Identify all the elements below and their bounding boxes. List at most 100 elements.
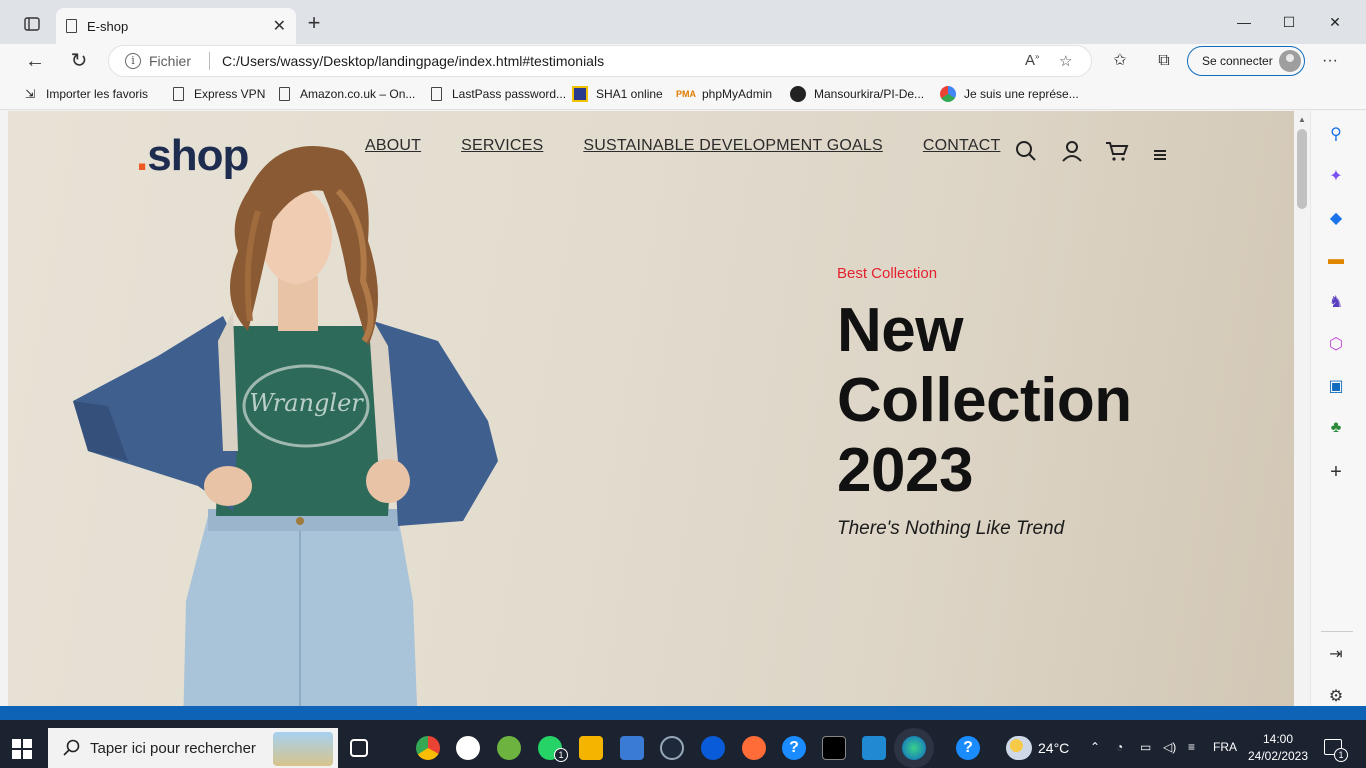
nav-about[interactable]: ABOUT (365, 137, 421, 155)
favorite-label: Amazon.co.uk – On... (300, 87, 416, 101)
taskbar-search-placeholder: Taper ici pour rechercher (90, 739, 256, 757)
hero-kicker: Best Collection (837, 265, 938, 282)
page-scrollbar[interactable]: ▲ ▼ (1294, 111, 1310, 720)
pen-workspace-icon[interactable]: ≡ (1188, 740, 1195, 754)
hero-text: Best Collection New Collection 2023 Ther… (837, 265, 1257, 540)
site-logo[interactable]: .shop (136, 131, 249, 181)
collections-icon[interactable]: ⧉ (1152, 50, 1176, 72)
scroll-thumb[interactable] (1297, 129, 1307, 209)
mongodb-icon[interactable] (456, 736, 480, 760)
nav-sdg[interactable]: SUSTAINABLE DEVELOPMENT GOALS (583, 137, 883, 155)
tab-eshop[interactable]: E-shop ✕ (56, 8, 296, 44)
address-bar[interactable]: i Fichier C:/Users/wassy/Desktop/landing… (108, 45, 1092, 77)
bluetooth-icon[interactable] (701, 736, 725, 760)
close-window-button[interactable]: ✕ (1312, 8, 1358, 36)
favorite-import[interactable]: ⇲ Importer les favoris (22, 84, 148, 104)
favorite-lastpass[interactable]: LastPass password... (428, 84, 566, 104)
sparkle-icon[interactable]: ✦ (1325, 165, 1347, 187)
favorite-phpmyadmin[interactable]: PMA phpMyAdmin (676, 84, 773, 104)
steam-icon[interactable] (660, 736, 684, 760)
minimize-button[interactable]: — (1221, 8, 1267, 36)
add-icon[interactable]: + (1325, 461, 1347, 483)
search-icon[interactable] (1014, 139, 1038, 163)
network-icon[interactable]: ◔ (1116, 740, 1123, 754)
page-icon (170, 86, 186, 102)
nav-contact[interactable]: CONTACT (923, 137, 1001, 155)
close-tab-icon[interactable]: ✕ (273, 16, 286, 36)
info-icon[interactable]: i (125, 53, 141, 69)
taskbar-search[interactable]: Taper ici pour rechercher (48, 728, 338, 768)
outlook-icon[interactable]: ▣ (1325, 375, 1347, 397)
spring-icon[interactable] (497, 736, 521, 760)
read-aloud-icon[interactable]: A» (1025, 52, 1039, 69)
favorite-amazon[interactable]: Amazon.co.uk – On... (276, 84, 415, 104)
svg-text:Wrangler: Wrangler (249, 389, 364, 417)
favorite-express-vpn[interactable]: Express VPN (170, 84, 265, 104)
page-icon (276, 86, 292, 102)
tab-actions-icon[interactable] (18, 12, 46, 36)
settings-icon[interactable]: ⚙ (1325, 685, 1347, 707)
battery-icon[interactable]: ▭ (1140, 740, 1151, 754)
favorite-representative[interactable]: Je suis une représe... (940, 84, 1079, 104)
briefcase-icon[interactable]: ▬ (1325, 249, 1347, 271)
add-favorite-icon[interactable]: ☆ (1059, 52, 1072, 70)
main-nav: ABOUT SERVICES SUSTAINABLE DEVELOPMENT G… (365, 137, 1040, 155)
vscode-icon[interactable] (862, 736, 886, 760)
terminal-icon[interactable] (822, 736, 846, 760)
hero-tagline: There's Nothing Like Trend (837, 518, 1065, 539)
windows-start-icon[interactable] (12, 739, 32, 759)
search-icon[interactable]: ⚲ (1325, 123, 1347, 145)
favorite-label: Je suis une représe... (964, 87, 1079, 101)
favorite-sha1[interactable]: SHA1 online (572, 84, 663, 104)
clock[interactable]: 14:00 24/02/2023 (1240, 731, 1316, 765)
chess-icon[interactable]: ♞ (1325, 291, 1347, 313)
control-panel-icon[interactable] (620, 736, 644, 760)
file-explorer-icon[interactable] (579, 736, 603, 760)
model-photo: Wrangler (73, 146, 498, 720)
hero-title: New Collection 2023 (837, 296, 1257, 506)
url-text[interactable]: C:/Users/wassy/Desktop/landingpage/index… (222, 53, 604, 69)
chrome-icon[interactable] (416, 736, 440, 760)
favorite-label: Express VPN (194, 87, 266, 101)
postman-icon[interactable] (742, 736, 766, 760)
new-tab-button[interactable]: + (302, 12, 326, 36)
hero-title-line: Collection (837, 366, 1132, 435)
browser-window: E-shop ✕ + — ☐ ✕ ← ↻ i Fichier C:/Users/… (0, 0, 1366, 720)
address-toolbar: ← ↻ i Fichier C:/Users/wassy/Desktop/lan… (0, 44, 1366, 78)
favorite-github[interactable]: Mansourkira/PI-De... (790, 84, 924, 104)
hamburger-menu-icon[interactable] (1150, 143, 1174, 167)
task-view-icon[interactable] (350, 739, 368, 757)
cart-icon[interactable] (1105, 139, 1129, 163)
sha1-icon (572, 86, 588, 102)
favorite-label: SHA1 online (596, 87, 663, 101)
volume-icon[interactable]: ◁) (1163, 740, 1176, 754)
office-icon[interactable]: ⬡ (1325, 333, 1347, 355)
scroll-up-icon[interactable]: ▲ (1297, 115, 1307, 124)
chevron-up-icon[interactable]: ⌃ (1090, 740, 1100, 754)
tag-icon[interactable]: ◆ (1325, 207, 1347, 229)
more-menu-icon[interactable]: ··· (1318, 50, 1342, 72)
notification-count: 1 (1334, 748, 1348, 762)
help-icon[interactable]: ? (782, 736, 806, 760)
back-button[interactable]: ← (20, 48, 50, 74)
favorites-icon[interactable]: ✩ (1108, 50, 1132, 72)
signin-button[interactable]: Se connecter (1187, 46, 1305, 76)
hide-sidebar-icon[interactable]: ⇥ (1325, 643, 1347, 665)
weather-temp[interactable]: 24°C (1038, 740, 1069, 756)
profile-avatar (1279, 50, 1301, 72)
maximize-button[interactable]: ☐ (1266, 8, 1312, 36)
help-tray-icon[interactable]: ? (956, 736, 980, 760)
favorite-label: phpMyAdmin (702, 87, 773, 101)
nav-services[interactable]: SERVICES (461, 137, 543, 155)
refresh-button[interactable]: ↻ (64, 48, 94, 74)
edge-icon[interactable] (902, 736, 926, 760)
logo-dot: . (136, 131, 148, 180)
tree-icon[interactable]: ♣ (1325, 417, 1347, 439)
address-divider (209, 52, 211, 70)
import-icon: ⇲ (24, 87, 36, 101)
weather-icon[interactable] (1006, 736, 1032, 760)
address-prefix: Fichier (149, 53, 192, 69)
favorite-label: Mansourkira/PI-De... (814, 87, 925, 101)
user-icon[interactable] (1060, 139, 1084, 163)
language-indicator[interactable]: FRA (1213, 740, 1237, 754)
